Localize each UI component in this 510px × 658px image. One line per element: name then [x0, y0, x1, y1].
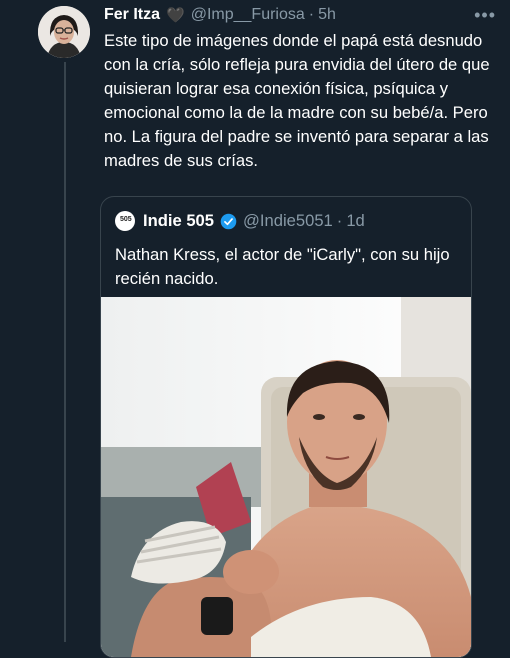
avatar-photo [38, 6, 90, 58]
quoted-avatar[interactable]: 505 [115, 211, 135, 231]
quoted-tweet-header: 505 Indie 505 @Indie5051 · 1d [115, 209, 365, 233]
quoted-tweet-text: Nathan Kress, el actor de "iCarly", con … [115, 245, 450, 288]
heart-emoji: 🖤 [166, 7, 185, 24]
separator-dot: · [308, 6, 315, 23]
quoted-author-name[interactable]: Indie 505 [143, 211, 214, 231]
avatar[interactable] [38, 6, 90, 58]
quoted-separator-dot: · [336, 211, 343, 230]
thread-line [64, 62, 66, 642]
tweet-timestamp[interactable]: 5h [318, 6, 336, 24]
author-handle[interactable]: @Imp__Furiosa [191, 6, 305, 24]
author-name[interactable]: Fer Itza [104, 6, 160, 24]
quoted-tweet[interactable]: 505 Indie 505 @Indie5051 · 1d Nathan Kre… [100, 196, 472, 658]
verified-badge-icon [220, 213, 237, 229]
more-icon[interactable]: ••• [474, 5, 496, 26]
tweet-header: Fer Itza 🖤 @Imp__Furiosa · 5h ••• [104, 4, 496, 26]
quoted-timestamp[interactable]: 1d [346, 211, 364, 231]
quoted-avatar-text: 505 [120, 216, 132, 223]
tweet-text: Este tipo de imágenes donde el papá está… [104, 31, 490, 170]
photo-illustration [101, 297, 471, 657]
quoted-author-handle[interactable]: @Indie5051 [243, 211, 333, 231]
quoted-tweet-photo[interactable] [101, 297, 471, 657]
